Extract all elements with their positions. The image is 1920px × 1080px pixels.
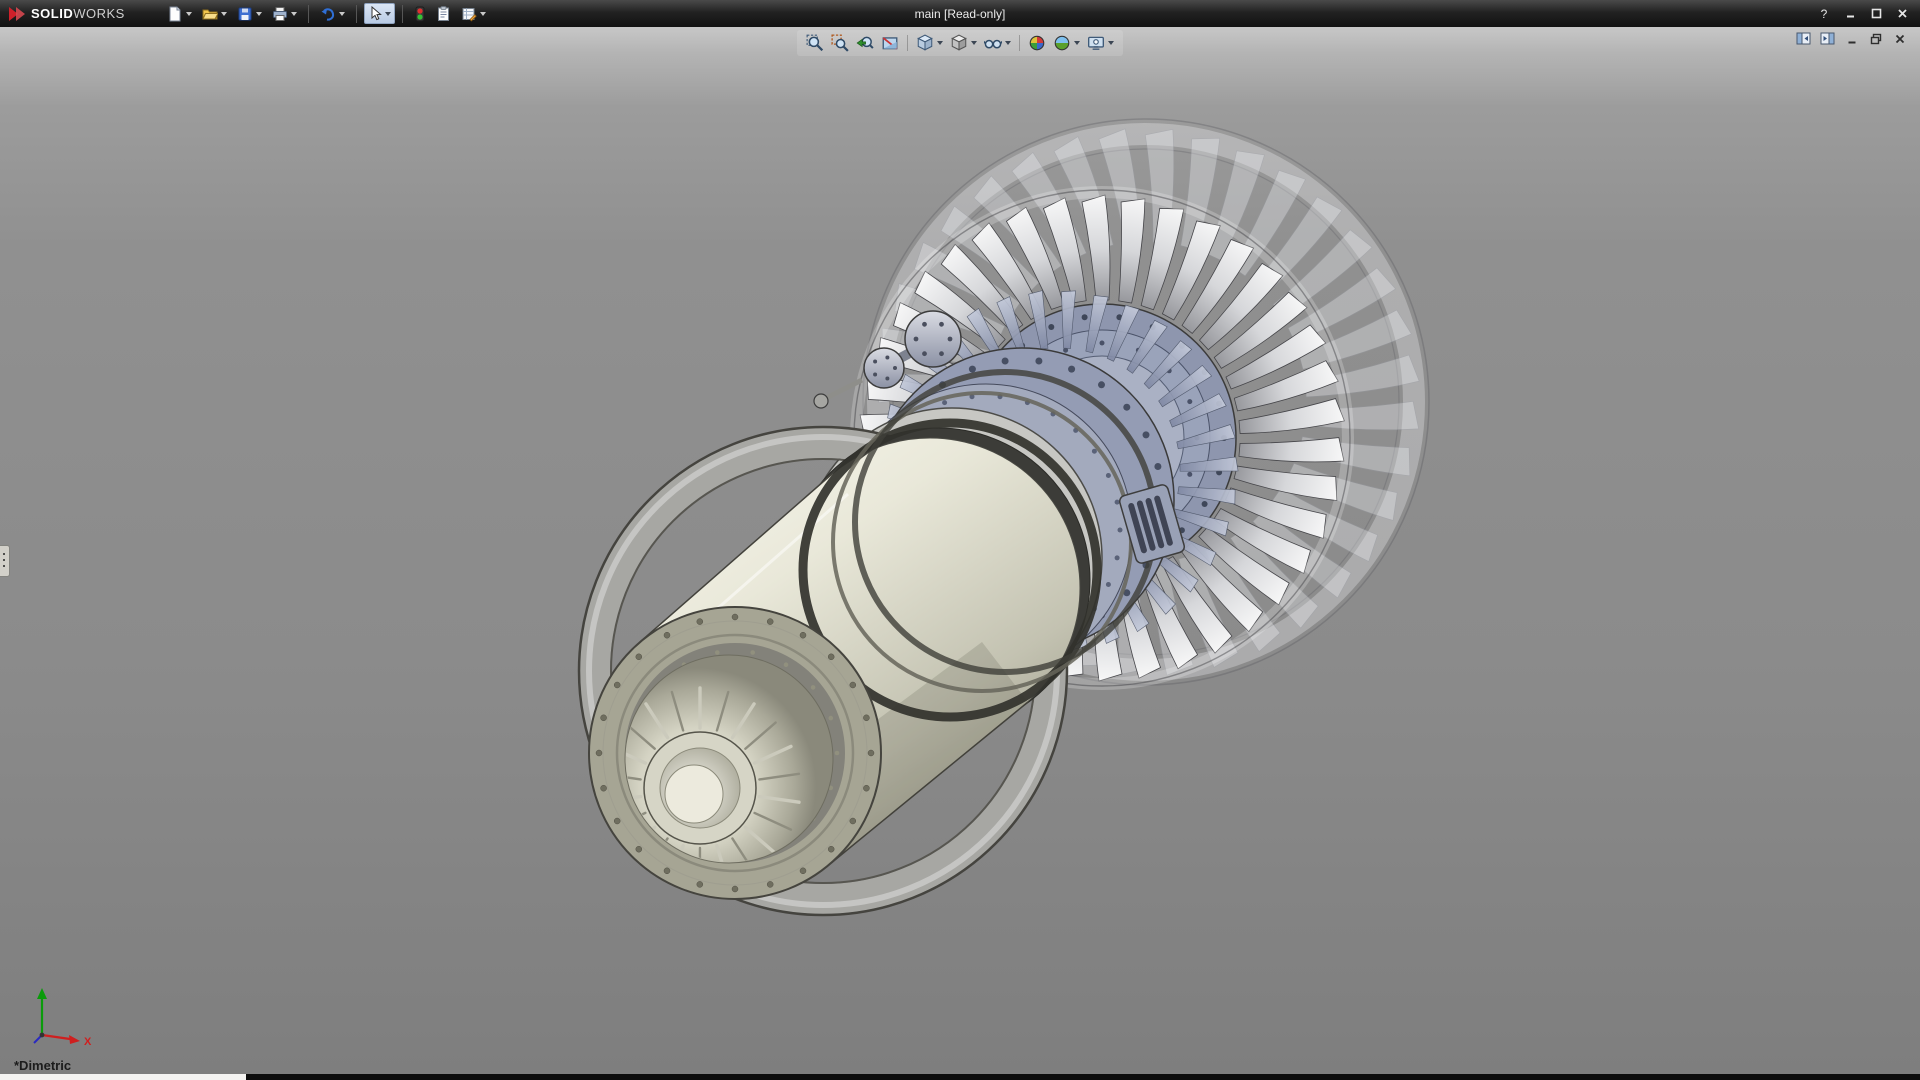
bottom-edge-bar	[0, 1074, 1920, 1080]
zoom-to-fit-icon	[806, 34, 824, 52]
view-settings-icon	[1087, 34, 1105, 52]
print-icon	[272, 6, 288, 22]
close-button[interactable]	[1892, 5, 1912, 23]
status-bar-fragment	[0, 1074, 246, 1080]
solidworks-logo-icon	[8, 6, 26, 22]
heads-up-view-toolbar	[797, 30, 1123, 56]
open-button[interactable]	[198, 3, 231, 25]
view-orientation-cube-icon	[916, 34, 934, 52]
minimize-document-icon	[1846, 33, 1858, 45]
open-icon	[202, 6, 218, 22]
orientation-triad: X	[24, 983, 104, 1051]
file-properties-button[interactable]	[432, 3, 455, 25]
view-settings-button[interactable]	[1085, 32, 1116, 54]
options-sheet-icon	[461, 6, 477, 22]
select-cursor-icon	[368, 6, 382, 21]
section-view-icon	[881, 34, 899, 52]
restore-document-icon	[1870, 33, 1882, 45]
select-tool-button[interactable]	[364, 3, 395, 24]
close-document-button[interactable]	[1891, 31, 1908, 46]
previous-view-icon	[856, 34, 874, 52]
save-button[interactable]	[233, 3, 266, 25]
hide-show-items-button[interactable]	[982, 32, 1013, 54]
hide-show-glasses-icon	[984, 34, 1002, 52]
brand-text-works: WORKS	[73, 6, 125, 21]
options-button[interactable]	[457, 3, 490, 25]
pane-left-icon	[1796, 32, 1811, 45]
minimize-button[interactable]	[1840, 5, 1860, 23]
previous-view-button[interactable]	[854, 32, 876, 54]
standard-toolbar	[139, 3, 490, 25]
view-orientation-button[interactable]	[914, 32, 945, 54]
print-button[interactable]	[268, 3, 301, 25]
maximize-icon	[1871, 8, 1882, 19]
edit-appearance-button[interactable]	[1026, 32, 1048, 54]
pane-right-icon	[1820, 32, 1835, 45]
window-controls: ?	[1814, 5, 1920, 23]
display-style-cube-icon	[950, 34, 968, 52]
triad-x-label: X	[84, 1036, 92, 1048]
pane-left-button[interactable]	[1795, 31, 1812, 46]
view-orientation-label: *Dimetric	[14, 1058, 71, 1073]
solidworks-logo: SOLIDWORKS	[0, 0, 139, 27]
featuremanager-flyout-handle[interactable]	[0, 545, 10, 577]
zoom-to-area-icon	[831, 34, 849, 52]
new-document-icon	[167, 6, 183, 22]
edit-appearance-sphere-icon	[1028, 34, 1046, 52]
restore-document-button[interactable]	[1867, 31, 1884, 46]
section-view-button[interactable]	[879, 32, 901, 54]
minimize-icon	[1845, 8, 1856, 19]
document-window-controls	[1795, 31, 1908, 46]
close-document-icon	[1894, 33, 1906, 45]
apply-scene-icon	[1053, 34, 1071, 52]
pane-right-button[interactable]	[1819, 31, 1836, 46]
file-properties-icon	[436, 6, 451, 22]
rebuild-traffic-light-icon	[414, 6, 426, 22]
zoom-to-area-button[interactable]	[829, 32, 851, 54]
undo-icon	[320, 6, 336, 22]
display-style-button[interactable]	[948, 32, 979, 54]
title-bar: SOLIDWORKS	[0, 0, 1920, 27]
apply-scene-button[interactable]	[1051, 32, 1082, 54]
solidworks-window: SOLIDWORKS	[0, 0, 1920, 1080]
maximize-button[interactable]	[1866, 5, 1886, 23]
undo-button[interactable]	[316, 3, 349, 25]
new-document-button[interactable]	[163, 3, 196, 25]
zoom-to-fit-button[interactable]	[804, 32, 826, 54]
save-icon	[237, 6, 253, 22]
rebuild-button[interactable]	[410, 3, 430, 25]
minimize-document-button[interactable]	[1843, 31, 1860, 46]
graphics-viewport[interactable]: X *Dimetric	[0, 27, 1920, 1080]
help-button[interactable]: ?	[1814, 5, 1834, 23]
brand-text-solid: SOLID	[31, 6, 73, 21]
close-icon	[1897, 8, 1908, 19]
engine-model-3d[interactable]	[0, 27, 1920, 1080]
taskbar-edge	[246, 1074, 1920, 1080]
